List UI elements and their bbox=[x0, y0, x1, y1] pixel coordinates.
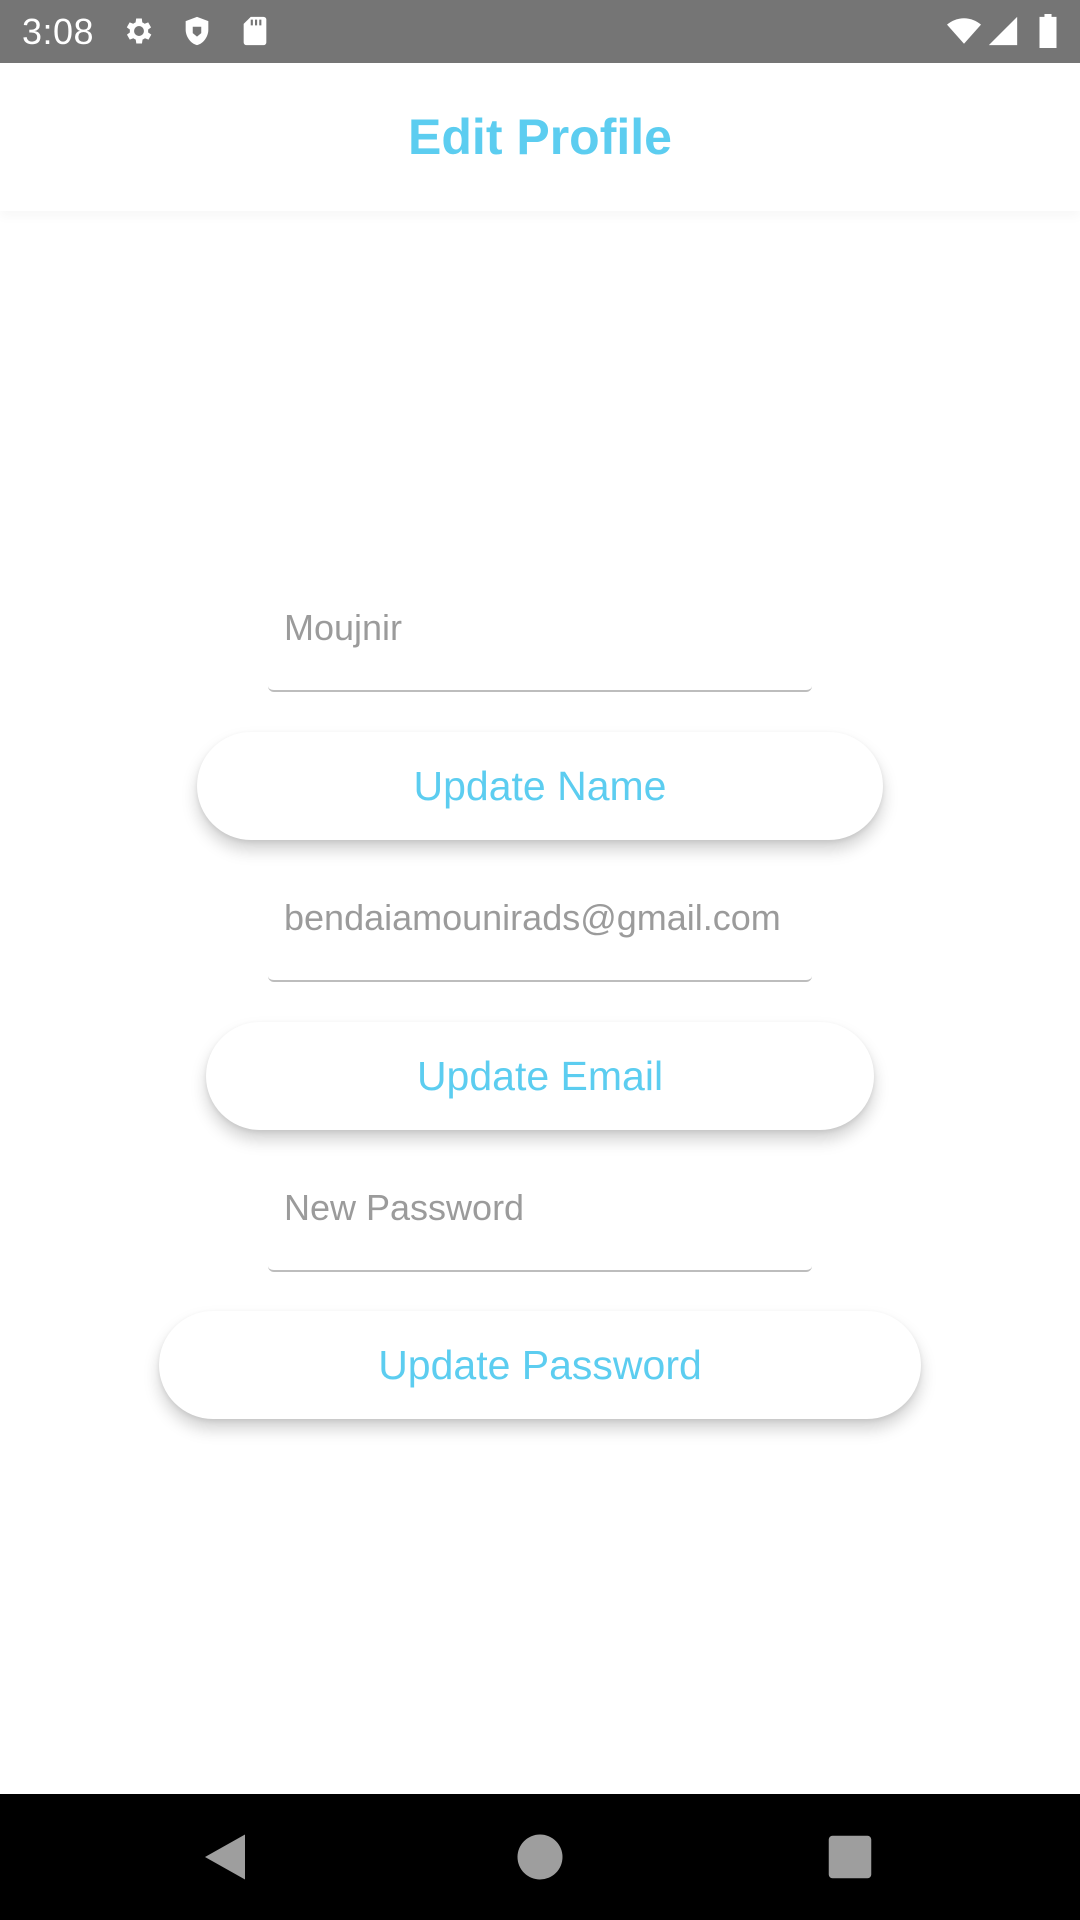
battery-icon bbox=[1036, 14, 1060, 48]
name-field[interactable]: Moujnir bbox=[268, 580, 812, 692]
update-email-button[interactable]: Update Email bbox=[206, 1022, 874, 1130]
recents-square-icon[interactable] bbox=[820, 1827, 880, 1887]
wifi-icon bbox=[944, 14, 984, 48]
new-password-field[interactable]: New Password bbox=[268, 1160, 812, 1272]
new-password-placeholder: New Password bbox=[284, 1187, 525, 1228]
update-password-button[interactable]: Update Password bbox=[159, 1311, 921, 1419]
gear-icon bbox=[122, 14, 156, 48]
email-field-value: bendaiamounirads@gmail.com bbox=[284, 897, 781, 938]
name-field-value: Moujnir bbox=[284, 607, 403, 648]
status-time: 3:08 bbox=[22, 11, 95, 52]
app-bar: Edit Profile bbox=[0, 63, 1080, 211]
navigation-bar bbox=[0, 1794, 1080, 1920]
status-bar: 3:08 bbox=[0, 0, 1080, 63]
email-field[interactable]: bendaiamounirads@gmail.com bbox=[268, 870, 812, 982]
cell-signal-icon bbox=[986, 14, 1020, 48]
sd-card-icon bbox=[238, 14, 272, 48]
home-circle-icon[interactable] bbox=[510, 1827, 570, 1887]
update-name-button[interactable]: Update Name bbox=[197, 732, 883, 840]
shield-icon bbox=[180, 14, 214, 48]
back-triangle-icon[interactable] bbox=[195, 1827, 255, 1887]
page-title: Edit Profile bbox=[408, 109, 672, 165]
